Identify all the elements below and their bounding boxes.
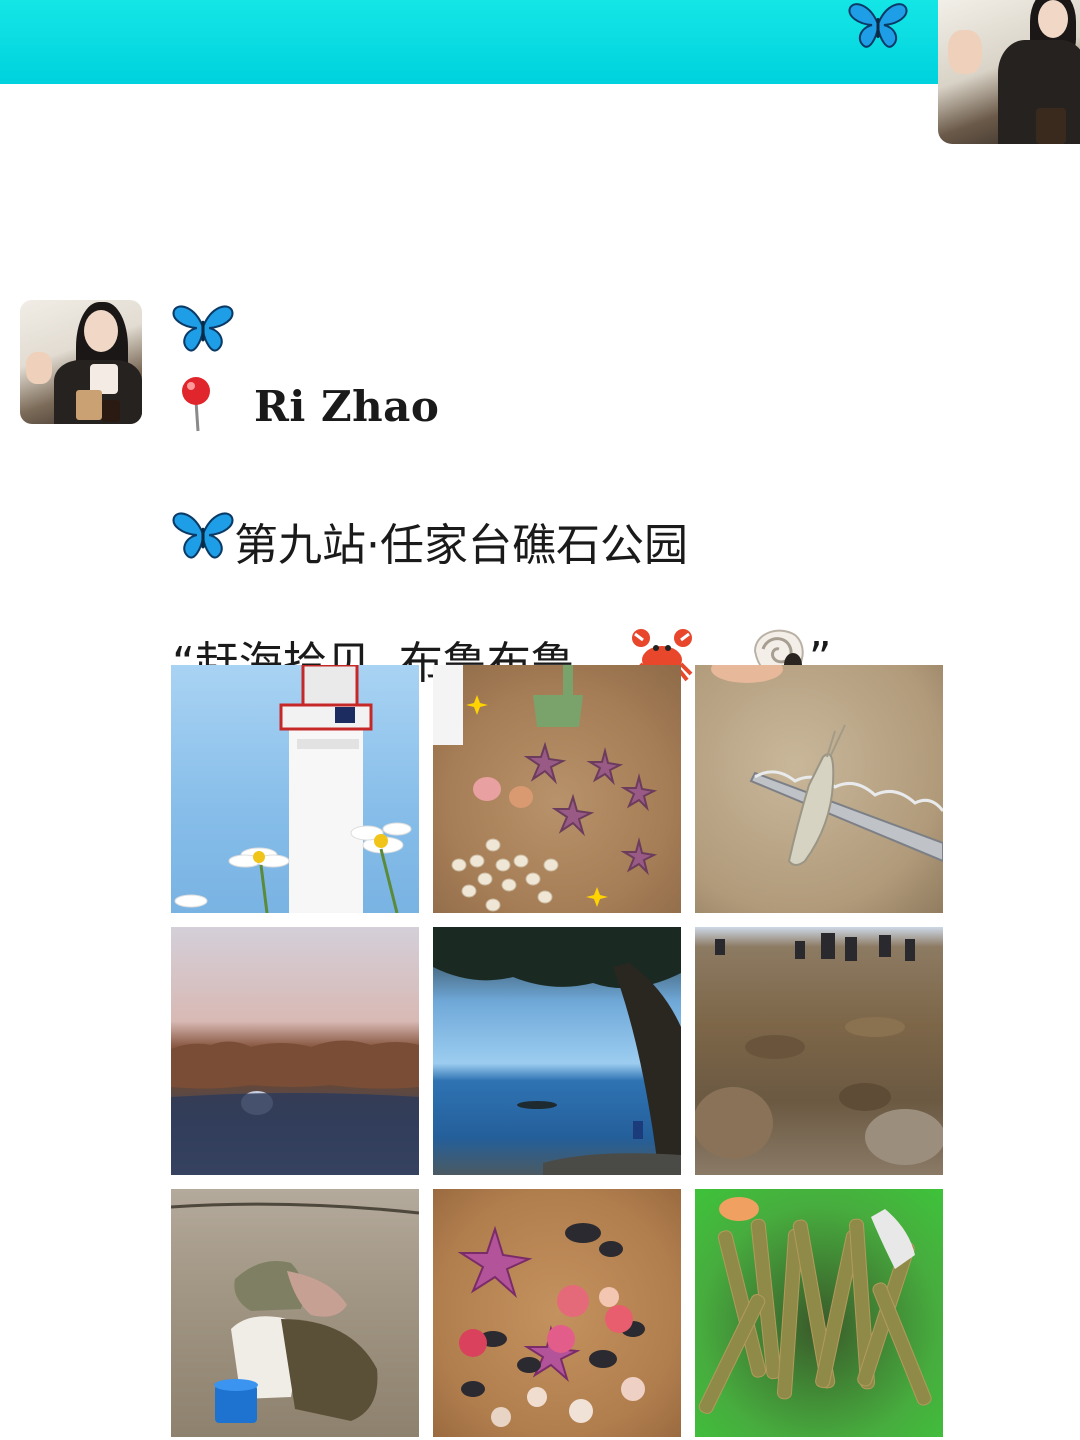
previous-avatar[interactable]	[938, 0, 1080, 144]
location-text: Ri Zhao	[254, 381, 440, 431]
header-bar	[0, 0, 1080, 84]
post-title-text: 第九站·任家台礁石公园	[234, 519, 688, 571]
photo-child-digging[interactable]	[171, 1189, 419, 1437]
photo-rock-arch[interactable]	[171, 927, 419, 1175]
round-pushpin-icon	[176, 375, 216, 437]
photo-shrimp-sand[interactable]	[695, 665, 943, 913]
butterfly-icon	[172, 300, 234, 360]
photo-lighthouse[interactable]	[171, 665, 419, 913]
photo-razor-clams[interactable]	[695, 1189, 943, 1437]
photo-starfish-shells[interactable]	[433, 665, 681, 913]
post-title: 第九站·任家台礁石公园	[172, 508, 688, 573]
user-avatar[interactable]	[20, 300, 142, 424]
photo-rocky-shore[interactable]	[695, 927, 943, 1175]
butterfly-icon	[848, 0, 908, 54]
photo-starfish-mussels[interactable]	[433, 1189, 681, 1437]
butterfly-icon	[172, 508, 234, 573]
photo-sea-tree[interactable]	[433, 927, 681, 1175]
photo-grid	[171, 665, 943, 1437]
location-line: Ri Zhao	[176, 376, 439, 436]
